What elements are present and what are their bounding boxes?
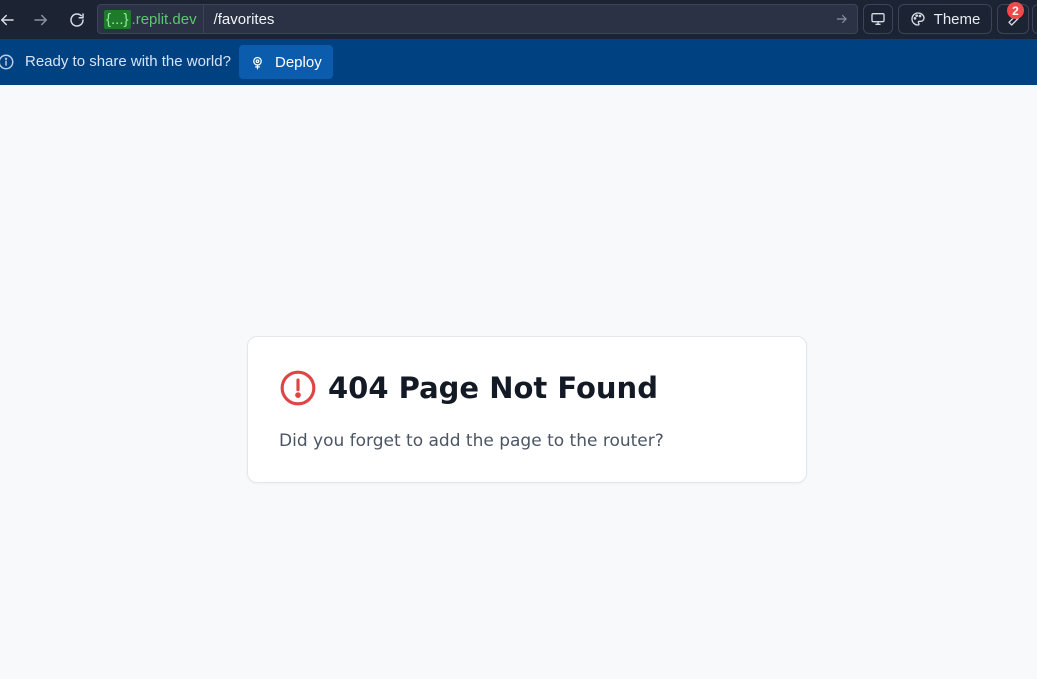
banner-text: Ready to share with the world? xyxy=(25,53,231,70)
overflow-button[interactable] xyxy=(1032,4,1037,34)
deploy-label: Deploy xyxy=(275,53,322,71)
arrow-right-icon xyxy=(836,14,847,24)
deploy-banner: Ready to share with the world? Deploy xyxy=(0,39,1037,85)
card-title-row: 404 Page Not Found xyxy=(279,369,658,407)
devices-button[interactable] xyxy=(863,4,893,34)
theme-button[interactable]: Theme xyxy=(898,4,992,34)
not-found-card: 404 Page Not Found Did you forget to add… xyxy=(247,336,807,483)
theme-label: Theme xyxy=(933,10,981,28)
tools-button[interactable]: 2 xyxy=(997,2,1029,34)
back-button[interactable] xyxy=(0,7,20,33)
notification-badge: 2 xyxy=(1007,2,1024,19)
error-message: Did you forget to add the page to the ro… xyxy=(279,431,664,451)
reload-button[interactable] xyxy=(64,7,90,33)
reload-icon xyxy=(70,13,84,27)
deploy-button[interactable]: Deploy xyxy=(239,45,333,79)
arrow-right-icon xyxy=(34,14,47,26)
url-bar[interactable]: {...} .replit.dev /favorites xyxy=(97,4,858,34)
info-icon xyxy=(0,54,14,70)
url-go-button[interactable] xyxy=(829,6,855,32)
monitor-icon xyxy=(871,12,885,25)
url-host-braces: {...} xyxy=(104,9,131,29)
page-content: 404 Page Not Found Did you forget to add… xyxy=(0,85,1037,679)
arrow-left-icon xyxy=(1,14,14,26)
alert-circle-icon xyxy=(280,370,316,406)
palette-icon xyxy=(910,12,925,26)
url-host-domain: .replit.dev xyxy=(131,10,197,28)
browser-toolbar: {...} .replit.dev /favorites Theme 2 xyxy=(0,0,1037,39)
page-title: 404 Page Not Found xyxy=(328,371,658,405)
deploy-icon xyxy=(253,56,262,69)
url-host: {...} .replit.dev xyxy=(98,5,204,33)
url-path-input[interactable]: /favorites xyxy=(204,11,829,28)
forward-button[interactable] xyxy=(28,7,54,33)
